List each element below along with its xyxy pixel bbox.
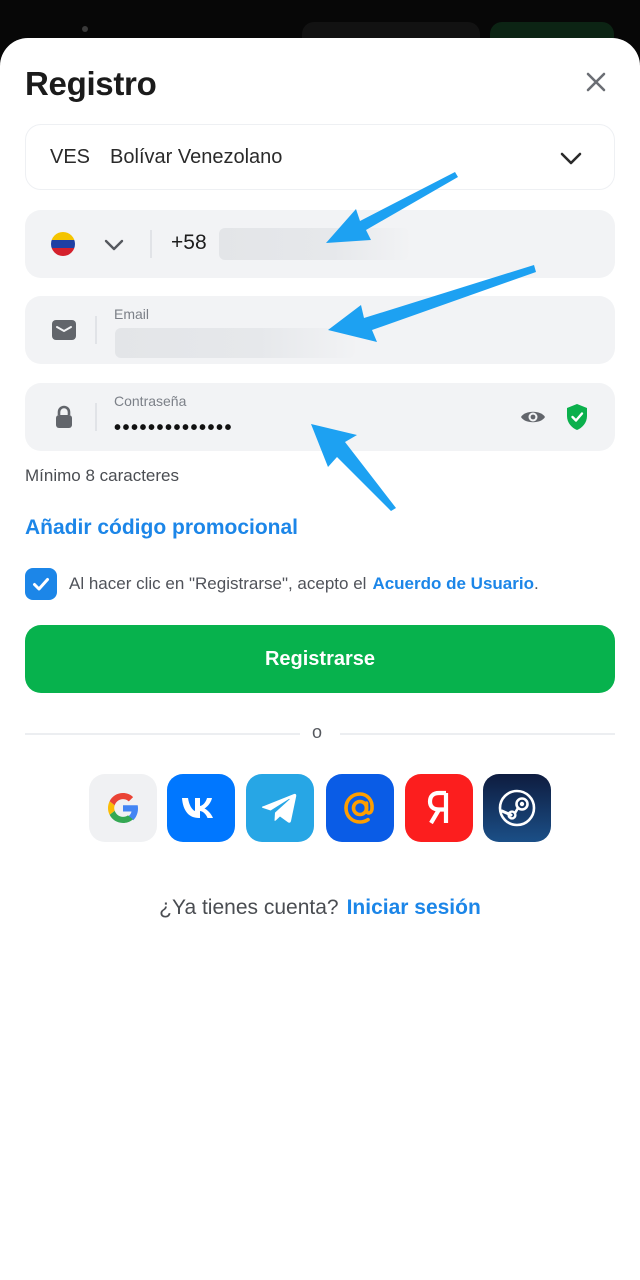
background-dot (82, 26, 88, 32)
password-label: Contraseña (114, 393, 187, 409)
mail-ru-icon (344, 792, 374, 824)
email-label: Email (114, 306, 150, 322)
password-hint: Mínimo 8 caracteres (25, 466, 179, 485)
check-icon (33, 578, 49, 591)
currency-select[interactable]: VES Bolívar Venezolano (25, 124, 615, 190)
login-link[interactable]: Iniciar sesión (347, 896, 481, 919)
envelope-icon (52, 320, 76, 340)
field-separator (95, 403, 97, 431)
field-separator (150, 230, 152, 258)
venezuela-flag-icon[interactable] (51, 232, 75, 256)
steam-login-button[interactable] (483, 774, 551, 842)
yandex-login-button[interactable] (405, 774, 473, 842)
page-title: Registro (25, 65, 157, 102)
user-agreement-link[interactable]: Acuerdo de Usuario (372, 574, 534, 594)
email-input[interactable] (115, 328, 355, 358)
shield-check-icon (567, 404, 587, 430)
password-input[interactable]: •••••••••••••• (114, 417, 233, 439)
divider-label: o (312, 722, 323, 742)
vk-login-button[interactable] (167, 774, 235, 842)
eye-icon[interactable] (519, 405, 547, 429)
phone-field: +58 (25, 210, 615, 278)
chevron-down-icon[interactable] (103, 234, 125, 256)
register-button[interactable]: Registrarse (25, 625, 615, 693)
steam-icon (498, 789, 536, 827)
currency-code: VES (50, 145, 91, 168)
divider-right (340, 733, 615, 735)
email-field[interactable]: Email (25, 296, 615, 364)
phone-prefix: +58 (171, 231, 207, 254)
add-promo-code-link[interactable]: Añadir código promocional (25, 516, 298, 540)
telegram-icon (261, 793, 297, 823)
login-prompt: ¿Ya tienes cuenta? (159, 896, 339, 919)
login-row: ¿Ya tienes cuenta? Iniciar sesión (0, 896, 640, 920)
close-button[interactable] (580, 66, 612, 98)
agreement-row: Al hacer clic en "Registrarse", acepto e… (25, 567, 539, 601)
field-separator (95, 316, 97, 344)
phone-input[interactable] (219, 228, 409, 260)
yandex-icon (427, 790, 449, 825)
vk-icon (182, 798, 213, 818)
google-login-button[interactable] (89, 774, 157, 842)
lock-icon (56, 405, 72, 428)
registration-sheet: Registro VES Bolívar Venezolano +58 Emai… (0, 38, 640, 1280)
agreement-checkbox[interactable] (25, 568, 57, 600)
chevron-down-icon (560, 152, 582, 165)
password-field[interactable]: Contraseña •••••••••••••• (25, 383, 615, 451)
close-icon (586, 72, 606, 92)
agreement-text: Al hacer clic en "Registrarse", acepto e… (69, 574, 367, 593)
divider-left (25, 733, 300, 735)
currency-name: Bolívar Venezolano (110, 145, 283, 168)
google-icon (108, 793, 138, 823)
agreement-period: . (533, 574, 539, 593)
telegram-login-button[interactable] (246, 774, 314, 842)
mail-ru-login-button[interactable] (326, 774, 394, 842)
